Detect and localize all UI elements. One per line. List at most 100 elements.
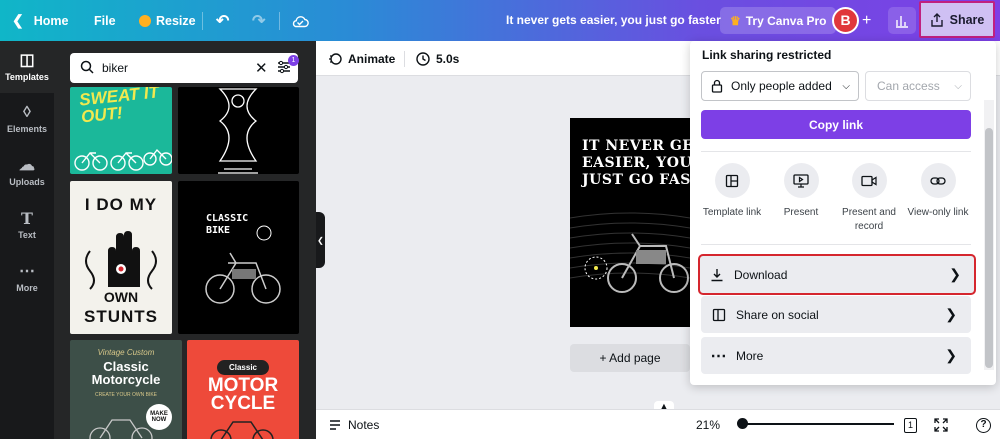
divider — [701, 151, 971, 152]
document-title[interactable]: It never gets easier, you just go faster — [506, 0, 721, 41]
avatar[interactable]: B — [832, 7, 859, 34]
templates-icon: ◫ — [19, 51, 35, 69]
search-input[interactable]: biker — [102, 61, 128, 75]
template-title: CLASSIC BIKE — [206, 213, 249, 236]
present-icon — [783, 163, 819, 198]
rail-item-templates[interactable]: ◫ Templates — [0, 41, 54, 93]
collapse-panel-button[interactable]: ❮ — [316, 212, 325, 268]
divider — [701, 244, 971, 245]
insights-button[interactable] — [888, 7, 916, 34]
template-title: SWEAT IT OUT! — [78, 87, 160, 127]
rail-item-uploads[interactable]: ☁ Uploads — [0, 146, 54, 198]
undo-icon: ↶ — [216, 12, 230, 30]
clock-icon — [416, 51, 430, 66]
present-and-record-option[interactable]: Present and record — [834, 163, 904, 234]
download-label: Download — [734, 267, 788, 282]
page-count-button[interactable]: 1 — [904, 410, 917, 439]
add-page-button[interactable]: + Add page — [570, 344, 690, 372]
social-icon — [701, 308, 736, 322]
divider — [404, 51, 405, 67]
access-select[interactable]: Only people added ⌵ — [701, 71, 859, 101]
rail-label: Uploads — [9, 176, 45, 187]
template-link-icon — [714, 163, 750, 198]
try-canva-pro-button[interactable]: ♛ Try Canva Pro — [720, 7, 837, 34]
rail-item-elements[interactable]: ◊ Elements — [0, 93, 54, 145]
more-dots-icon: ⋯ — [19, 262, 35, 280]
templates-panel: biker ✕ 1 SWEAT IT OUT! I DO MY OWN STUN… — [54, 41, 316, 439]
notes-label: Notes — [348, 418, 380, 432]
share-button[interactable]: Share — [919, 1, 995, 38]
template-link-option[interactable]: Template link — [697, 163, 767, 220]
share-social-label: Share on social — [736, 307, 819, 322]
hourglass-icon — [218, 88, 258, 174]
cloud-upload-icon: ☁ — [19, 156, 35, 174]
chevron-left-icon: ❮ — [317, 235, 324, 245]
fullscreen-button[interactable] — [934, 410, 948, 439]
chevron-down-icon: ⌵ — [842, 80, 850, 92]
notes-icon — [330, 420, 340, 430]
zoom-slider[interactable] — [744, 423, 894, 425]
clear-search-icon[interactable]: ✕ — [255, 59, 268, 77]
template-thumbnail[interactable]: Classic MOTOR CYCLE — [187, 340, 299, 439]
template-thumbnail[interactable]: SWEAT IT OUT! — [70, 87, 172, 174]
scrollbar-thumb[interactable] — [985, 128, 993, 368]
bottom-bar: Notes 21% 1 ? — [316, 409, 1000, 439]
rail-label: Elements — [6, 123, 48, 134]
search-icon — [80, 60, 94, 74]
duration-button[interactable]: 5.0s — [416, 41, 459, 76]
option-label: View-only link — [907, 207, 969, 218]
save-status-button[interactable] — [291, 0, 309, 41]
download-button[interactable]: Download ❯ — [698, 254, 976, 295]
text-icon: T — [21, 208, 33, 228]
zoom-level[interactable]: 21% — [696, 410, 720, 439]
search-bar[interactable]: biker ✕ 1 — [70, 53, 299, 83]
redo-button[interactable]: ↷ — [252, 0, 265, 41]
help-button[interactable]: ? — [976, 410, 991, 439]
cloud-icon — [292, 15, 309, 27]
expand-icon — [934, 418, 948, 432]
permission-select-value: Can access — [877, 79, 940, 93]
elements-icon: ◊ — [23, 103, 31, 121]
top-bar: ❮ Home File Resize ↶ ↷ It never gets eas… — [0, 0, 1000, 41]
copy-link-button[interactable]: Copy link — [701, 110, 971, 139]
file-label: File — [94, 13, 116, 28]
motorcycle-icon — [89, 419, 153, 439]
chevron-left-icon: ❮ — [12, 12, 24, 28]
present-option[interactable]: Present — [766, 163, 836, 220]
template-thumbnail[interactable] — [178, 87, 299, 174]
rail-item-text[interactable]: T Text — [0, 199, 54, 251]
template-thumbnail[interactable]: CLASSIC BIKE — [178, 181, 299, 334]
lock-icon — [711, 79, 723, 93]
rail-item-more[interactable]: ⋯ More — [0, 252, 54, 304]
option-label: Template link — [702, 207, 762, 218]
crown-icon — [139, 14, 151, 27]
view-only-link-option[interactable]: View-only link — [903, 163, 973, 220]
animate-button[interactable]: Animate — [328, 41, 395, 76]
video-camera-icon — [851, 163, 887, 198]
resize-button[interactable]: Resize — [139, 0, 196, 41]
rail-label: Templates — [5, 71, 49, 82]
more-button[interactable]: ⋯ More ❯ — [701, 337, 971, 374]
animate-icon — [329, 52, 342, 65]
divider — [202, 12, 203, 30]
duration-label: 5.0s — [436, 51, 460, 66]
file-menu-button[interactable]: File — [94, 0, 116, 41]
notes-button[interactable]: Notes — [328, 410, 379, 439]
template-thumbnail[interactable]: I DO MY OWN STUNTS — [70, 181, 172, 334]
left-rail: ◫ Templates ◊ Elements ☁ Uploads T Text … — [0, 41, 54, 439]
bar-chart-icon — [896, 15, 908, 28]
share-on-social-button[interactable]: Share on social ❯ — [701, 296, 971, 333]
motorcycle-icon — [205, 225, 281, 304]
filter-count-badge: 1 — [288, 55, 299, 66]
zoom-slider-handle[interactable] — [737, 418, 748, 429]
option-label: Present — [783, 207, 819, 218]
undo-button[interactable]: ↶ — [216, 0, 229, 41]
design-page[interactable]: IT NEVER GETS EASIER, YOU JUST GO FASTER — [570, 118, 690, 327]
template-thumbnail[interactable]: Vintage Custom Classic Motorcycle CREATE… — [70, 340, 182, 439]
template-title-mid: OWN — [103, 289, 139, 305]
chevron-right-icon: ❯ — [949, 266, 961, 282]
home-label: Home — [33, 13, 69, 28]
add-people-button[interactable]: + — [862, 0, 871, 41]
home-button[interactable]: ❮ Home — [12, 0, 68, 41]
chevron-down-icon: ⌵ — [954, 80, 962, 92]
